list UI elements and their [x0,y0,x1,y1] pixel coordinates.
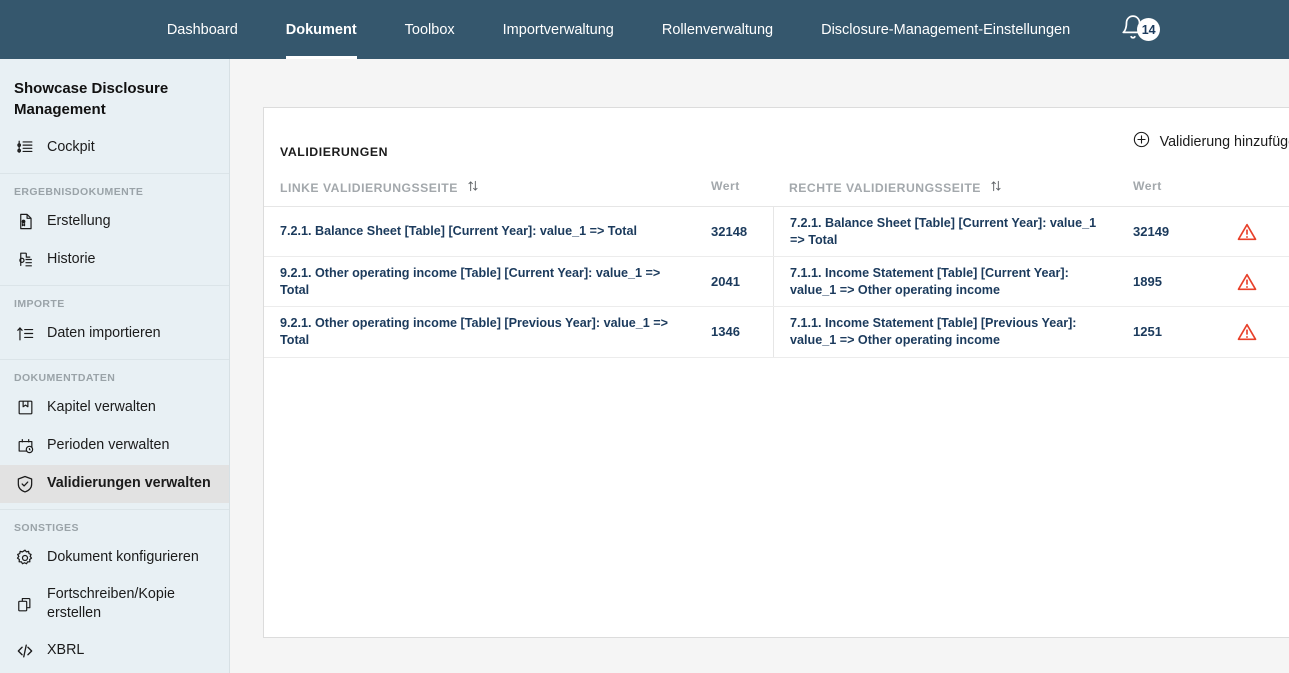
cell-right-value: 1895 [1133,274,1162,290]
sidebar-item-daten-importieren[interactable]: Daten importieren [0,315,229,353]
row-menu-button[interactable] [1282,207,1289,256]
document-history-icon [14,249,36,271]
row-menu-button[interactable] [1282,307,1289,356]
top-navigation-bar: Dashboard Dokument Toolbox Importverwalt… [0,0,1289,59]
sidebar-item-label: Fortschreiben/Kopie erstellen [47,585,175,622]
notification-count-badge: 14 [1137,18,1161,41]
add-validation-button[interactable]: Validierung hinzufügen [1132,130,1289,153]
sidebar-section-importe: IMPORTE Daten importieren [0,286,229,360]
nav-item-dokument[interactable]: Dokument [262,0,381,59]
validations-card: Validierung hinzufügen VALIDIERUNGEN LIN… [263,107,1289,638]
sidebar-item-kapitel-verwalten[interactable]: Kapitel verwalten [0,389,229,427]
sidebar-item-label: XBRL [47,642,85,659]
sidebar-item-label: Erstellung [47,212,111,229]
add-validation-label: Validierung hinzufügen [1159,133,1289,150]
cell-left-value: 32148 [711,224,748,240]
sidebar-section-label: DOKUMENTDATEN [14,371,116,384]
book-bookmark-icon [14,397,36,419]
main-content: Validierung hinzufügen VALIDIERUNGEN LIN… [230,59,1289,673]
column-header-left-page[interactable]: LINKE VALIDIERUNGSSEITE [264,179,695,196]
row-menu-button[interactable] [1282,257,1289,306]
sidebar-item-fortschreiben-kopie-erstellen[interactable]: Fortschreiben/Kopie erstellen [0,577,229,632]
sidebar-section-dokumentdaten: DOKUMENTDATEN Kapitel verwalten Perioden… [0,360,229,510]
column-header-right-page[interactable]: RECHTE VALIDIERUNGSSEITE [773,179,1117,196]
cell-left-page: 9.2.1. Other operating income [Table] [P… [280,316,668,348]
copy-icon [14,593,36,615]
sidebar-section-sonstiges: SONSTIGES Dokument konfigurieren Fortsch… [0,510,229,673]
sidebar: Showcase Disclosure Management Cockpit E… [0,59,230,673]
gear-icon [14,547,36,569]
sidebar-item-label: Validierungen verwalten [47,474,211,491]
sidebar-section-general: Cockpit [0,129,229,174]
sidebar-item-validierungen-verwalten[interactable]: Validierungen verwalten [0,464,229,503]
sort-updown-icon[interactable] [989,179,1003,196]
sidebar-section-label: ERGEBNISDOKUMENTE [14,185,144,198]
sidebar-item-label: Kapitel verwalten [47,398,156,415]
sidebar-item-label: Cockpit [47,138,95,155]
warning-triangle-icon [1222,207,1282,256]
sidebar-item-label: Historie [47,250,96,267]
sidebar-item-label: Perioden verwalten [47,436,170,453]
cell-right-page: 7.1.1. Income Statement [Table] [Current… [773,257,1117,307]
sidebar-item-perioden-verwalten[interactable]: Perioden verwalten [0,427,229,465]
sidebar-item-xbrl[interactable]: XBRL [0,632,229,670]
column-header-right-value: Wert [1133,179,1162,193]
cell-left-value: 1346 [711,324,740,340]
list-tree-icon [14,137,36,159]
cell-right-value: 1251 [1133,324,1162,340]
sidebar-section-label: SONSTIGES [14,521,79,534]
sidebar-item-cockpit[interactable]: Cockpit [0,129,229,167]
sidebar-section-ergebnisdokumente: ERGEBNISDOKUMENTE Erstellung Historie [0,174,229,286]
nav-item-importverwaltung[interactable]: Importverwaltung [479,0,638,59]
sidebar-item-label: Dokument konfigurieren [47,548,199,565]
nav-item-rollenverwaltung[interactable]: Rollenverwaltung [638,0,797,59]
nav-item-toolbox[interactable]: Toolbox [381,0,479,59]
sidebar-item-label: Daten importieren [47,324,161,341]
circle-plus-icon [1132,130,1151,153]
table-row: 9.2.1. Other operating income [Table] [C… [264,257,1289,308]
table-row: 9.2.1. Other operating income [Table] [P… [264,307,1289,358]
document-badge-icon [14,211,36,233]
warning-triangle-icon [1222,307,1282,356]
sidebar-section-label: IMPORTE [14,297,65,310]
import-arrow-icon [14,323,36,345]
calendar-clock-icon [14,435,36,457]
table-row: 7.2.1. Balance Sheet [Table] [Current Ye… [264,207,1289,258]
sidebar-item-erstellung[interactable]: Erstellung [0,203,229,241]
column-header-left-page-label: LINKE VALIDIERUNGSSEITE [280,180,458,195]
column-header-left-value: Wert [711,179,740,193]
nav-item-dashboard[interactable]: Dashboard [143,0,262,59]
code-brackets-icon [14,640,36,662]
cell-right-value: 32149 [1133,224,1170,240]
cell-right-page: 7.1.1. Income Statement [Table] [Previou… [773,307,1117,357]
sidebar-item-dokument-konfigurieren[interactable]: Dokument konfigurieren [0,539,229,577]
sidebar-brand-title: Showcase Disclosure Management [14,80,169,119]
nav-item-disclosure-management-einstellungen[interactable]: Disclosure-Management-Einstellungen [797,0,1094,59]
notification-bell-button[interactable]: 14 [1120,0,1161,59]
validations-table: LINKE VALIDIERUNGSSEITE Wert RECHTE VALI… [264,179,1289,358]
nav-items: Dashboard Dokument Toolbox Importverwalt… [143,0,1161,59]
warning-triangle-icon [1222,257,1282,306]
shield-check-icon [14,473,36,495]
column-header-right-page-label: RECHTE VALIDIERUNGSSEITE [789,180,981,195]
cell-left-page: 9.2.1. Other operating income [Table] [C… [280,266,661,297]
cell-right-page: 7.2.1. Balance Sheet [Table] [Current Ye… [773,207,1117,257]
sidebar-item-historie[interactable]: Historie [0,241,229,279]
sort-updown-icon[interactable] [466,179,480,196]
cell-left-page: 7.2.1. Balance Sheet [Table] [Current Ye… [280,224,637,239]
cell-left-value: 2041 [711,274,740,290]
table-header-row: LINKE VALIDIERUNGSSEITE Wert RECHTE VALI… [264,179,1289,207]
